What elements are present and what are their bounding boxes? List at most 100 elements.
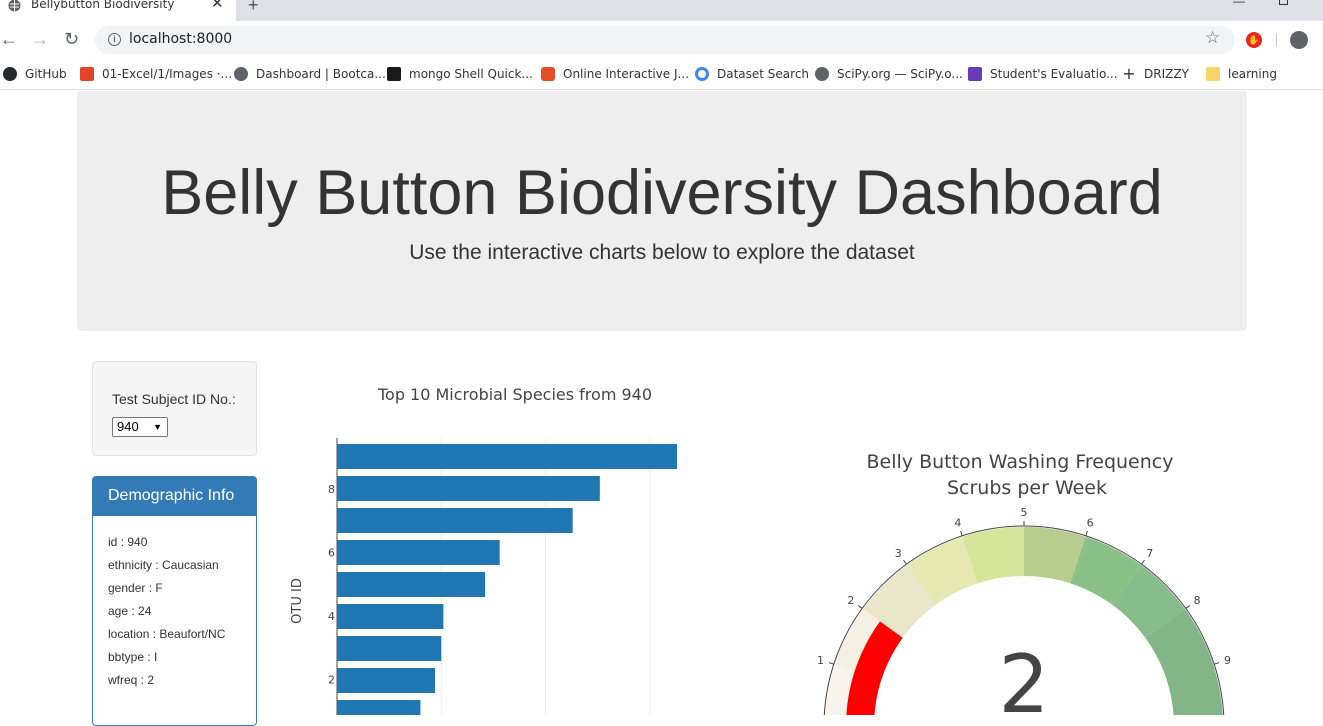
adblock-extension-icon[interactable]: ✋: [1246, 32, 1262, 48]
chart-bar: [337, 636, 442, 661]
google-icon: [695, 67, 709, 81]
gauge-value-bar: [846, 621, 903, 715]
subject-id-label: Test Subject ID No.:: [112, 391, 236, 407]
tab-title: Bellybutton Biodiversity: [31, 0, 175, 11]
page-subtitle: Use the interactive charts below to expl…: [409, 241, 915, 264]
plus-icon: +: [1122, 64, 1136, 83]
bookmark-item[interactable]: Online Interactive J...: [541, 65, 689, 83]
gauge-tick: [1085, 530, 1088, 536]
bookmark-item[interactable]: Dashboard | Bootca...: [234, 65, 386, 83]
gauge-tick-label: 3: [895, 547, 902, 560]
bookmark-label: GitHub: [25, 67, 67, 81]
globe-icon: [8, 0, 21, 12]
gauge-tick-label: 2: [847, 594, 854, 607]
bookmark-label: DRIZZY: [1144, 67, 1189, 81]
gauge-tick-label: 6: [1087, 516, 1094, 529]
github-icon: [3, 67, 17, 81]
gauge-tick: [1185, 605, 1191, 609]
profile-avatar-icon[interactable]: [1290, 31, 1308, 49]
bookmarks-bar: GitHub 01-Excel/1/Images ·... Dashboard …: [0, 60, 1323, 90]
reload-icon[interactable]: ↻: [64, 29, 79, 49]
chart-axis-label: OTU ID: [290, 578, 305, 624]
bookmark-item[interactable]: SciPy.org — SciPy.o...: [815, 65, 963, 83]
gauge-band: [834, 609, 903, 680]
gauge-tick: [828, 662, 834, 665]
browser-tab[interactable]: Bellybutton Biodiversity ✕: [0, 0, 236, 21]
chart-bar: [337, 476, 600, 501]
gitlab-icon: [80, 67, 94, 81]
subject-selector-well: Test Subject ID No.: 940 ▼: [92, 361, 257, 456]
metadata-row: ethnicity : Caucasian: [108, 558, 219, 572]
bookmark-item[interactable]: learning: [1206, 65, 1277, 83]
gauge-tick-label: 1: [817, 654, 824, 667]
subject-id-select[interactable]: 940 ▼: [112, 417, 168, 437]
metadata-row: age : 24: [108, 604, 152, 618]
forward-icon[interactable]: →: [31, 29, 49, 49]
bookmark-label: Dashboard | Bootca...: [256, 67, 386, 81]
toolbar-divider: [1276, 33, 1277, 47]
metadata-row: id : 940: [108, 535, 148, 549]
gauge-band: [907, 536, 978, 605]
gauge-band: [1145, 609, 1223, 715]
subject-id-value: 940: [117, 419, 139, 434]
bookmark-item[interactable]: Student's Evaluatio...: [968, 65, 1118, 83]
gauge-border: [823, 525, 1225, 715]
metadata-row: bbtype : I: [108, 650, 158, 664]
bookmark-label: Dataset Search: [717, 67, 810, 81]
bookmark-star-icon[interactable]: ☆: [1205, 28, 1220, 48]
bookmark-item[interactable]: 01-Excel/1/Images ·...: [80, 65, 232, 83]
demographic-panel-heading: Demographic Info: [93, 477, 256, 516]
gauge-tick: [903, 559, 907, 565]
gauge-band: [825, 664, 882, 715]
address-bar[interactable]: i localhost:8000 ☆: [95, 26, 1235, 54]
chart-tick-label: 2: [328, 674, 335, 687]
new-tab-icon[interactable]: +: [248, 0, 259, 16]
chevron-down-icon: ▼: [153, 422, 162, 432]
tab-close-icon[interactable]: ✕: [211, 0, 224, 12]
chart-title: Top 10 Microbial Species from 940: [377, 385, 652, 404]
header-jumbotron: Belly Button Biodiversity Dashboard Use …: [77, 91, 1247, 331]
metadata-row: wfreq : 2: [108, 673, 155, 687]
gauge-band: [1112, 565, 1185, 638]
gauge-tick-label: 4: [954, 516, 961, 529]
bookmark-item[interactable]: + DRIZZY: [1122, 65, 1189, 83]
gauge-tick-label: 5: [1021, 506, 1028, 519]
metadata-row: gender : F: [108, 581, 163, 595]
chart-bar: [337, 508, 573, 533]
tab-strip: Bellybutton Biodiversity ✕ + —: [0, 0, 1323, 21]
window-minimize-icon[interactable]: —: [1233, 0, 1245, 8]
mongodb-icon: [387, 67, 401, 81]
gauge-tick-label: 7: [1146, 547, 1153, 560]
demographic-panel: Demographic Info id : 940 ethnicity : Ca…: [92, 476, 257, 726]
metadata-row: location : Beaufort/NC: [108, 627, 226, 641]
gauge-tick-label: 8: [1194, 594, 1201, 607]
bookmark-label: mongo Shell Quick...: [409, 67, 533, 81]
gauge-tick-label: 9: [1224, 654, 1231, 667]
forms-icon: [968, 67, 982, 81]
gauge-tick: [1214, 662, 1220, 665]
gauge-tick: [857, 605, 863, 609]
gauge-tick: [1141, 559, 1145, 565]
bookmark-item[interactable]: mongo Shell Quick...: [387, 65, 533, 83]
back-icon[interactable]: ←: [0, 29, 18, 49]
chart-bar: [337, 444, 677, 469]
page-title: Belly Button Biodiversity Dashboard: [161, 158, 1163, 228]
window-maximize-icon[interactable]: [1279, 0, 1288, 5]
chart-bar: [337, 540, 500, 565]
chart-bar: [337, 700, 421, 715]
gauge-band: [1024, 527, 1086, 584]
bookmark-label: learning: [1228, 67, 1277, 81]
html5-icon: [541, 67, 555, 81]
bookmark-item[interactable]: Dataset Search: [695, 65, 809, 83]
url-text[interactable]: localhost:8000: [129, 31, 232, 47]
bookmark-item[interactable]: GitHub: [3, 65, 67, 83]
folder-icon: [1206, 67, 1220, 81]
gauge-tick: [960, 530, 963, 536]
bookmark-label: SciPy.org — SciPy.o...: [837, 67, 963, 81]
globe-icon: [815, 67, 829, 81]
site-info-icon[interactable]: i: [108, 33, 121, 46]
chart-bar: [337, 604, 444, 629]
demographic-panel-body: id : 940 ethnicity : Caucasian gender : …: [93, 516, 256, 696]
chart-tick-label: 8: [328, 483, 335, 496]
gauge-title: Belly Button Washing Frequency: [867, 451, 1174, 473]
